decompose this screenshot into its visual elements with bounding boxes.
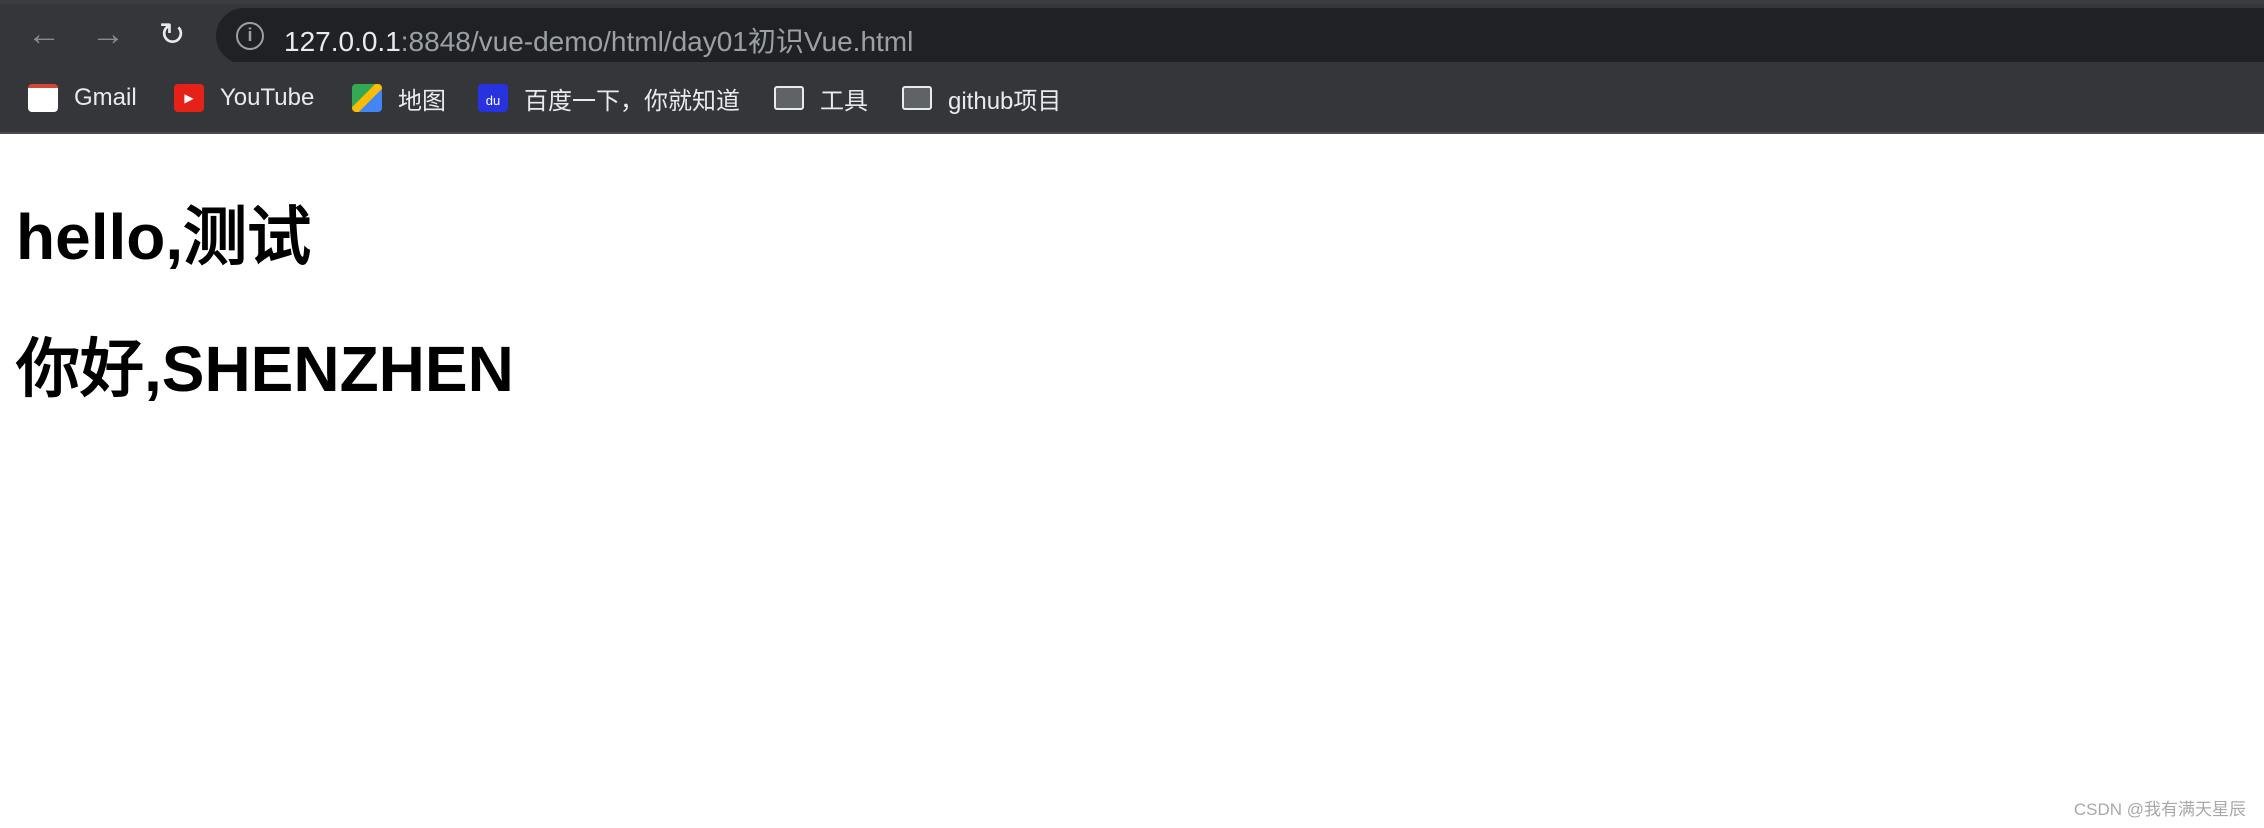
bookmark-maps[interactable]: 地图 xyxy=(352,80,446,116)
reload-button[interactable]: ↻ xyxy=(152,14,192,54)
youtube-icon: ▶ xyxy=(174,84,204,112)
forward-button[interactable]: → xyxy=(88,14,128,54)
info-icon[interactable]: i xyxy=(236,22,264,50)
folder-icon xyxy=(902,86,932,110)
bookmarks-bar: Gmail ▶ YouTube 地图 du 百度一下，你就知道 工具 github项… xyxy=(0,62,2264,134)
url-text[interactable]: 127.0.0.1:8848/vue-demo/html/day01初识Vue.… xyxy=(284,20,913,60)
back-button[interactable]: ← xyxy=(24,14,64,54)
bookmark-folder-github[interactable]: github项目 xyxy=(902,80,1061,116)
heading-nihao: 你好,SHENZHEN xyxy=(16,333,514,405)
watermark: CSDN @我有满天星辰 xyxy=(2073,800,2246,819)
gmail-icon xyxy=(28,84,58,112)
browser-toolbar: ← → ↻ i 127.0.0.1:8848/vue-demo/html/day… xyxy=(0,0,2264,64)
heading-hello: hello,测试 xyxy=(16,201,312,273)
bookmark-youtube[interactable]: ▶ YouTube xyxy=(174,80,314,116)
bookmark-baidu[interactable]: du 百度一下，你就知道 xyxy=(478,80,740,116)
bookmark-gmail[interactable]: Gmail xyxy=(28,80,137,116)
folder-icon xyxy=(774,86,804,110)
baidu-icon: du xyxy=(478,84,508,112)
address-bar[interactable]: i 127.0.0.1:8848/vue-demo/html/day01初识Vu… xyxy=(216,8,2264,64)
maps-icon xyxy=(352,84,382,112)
bookmark-folder-tools[interactable]: 工具 xyxy=(774,80,868,116)
